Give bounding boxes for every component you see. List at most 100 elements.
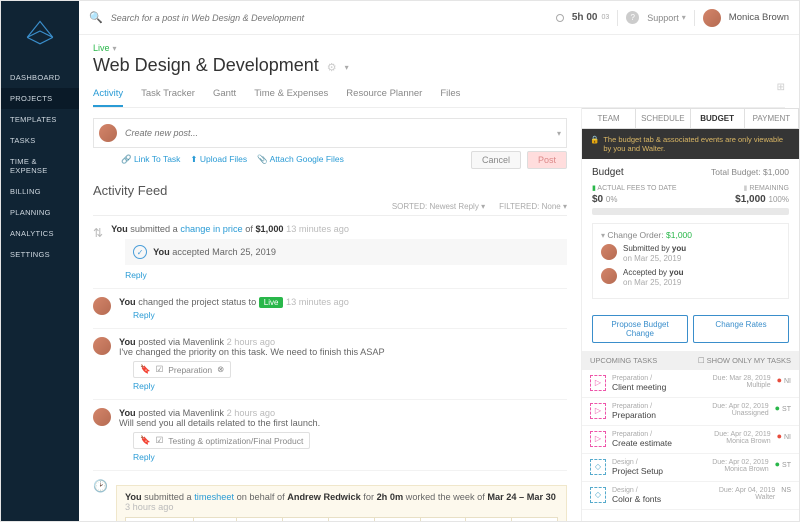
chevron-down-icon[interactable]: ▾ — [601, 231, 605, 240]
reply-link[interactable]: Reply — [133, 381, 567, 391]
timer-sec: 03 — [601, 14, 609, 21]
budget-remain: $1,000 — [735, 194, 766, 205]
sorted-control[interactable]: SORTED: Newest Reply ▾ — [392, 202, 485, 211]
tag-icon: 🔖 — [140, 435, 151, 446]
upload-label: Upload Files — [200, 154, 247, 164]
budget-sum: $0 — [592, 194, 603, 205]
reply-link[interactable]: Reply — [125, 270, 567, 280]
task-row[interactable]: ▷ Preparation /Client meeting Due: Mar 2… — [582, 370, 799, 398]
task-row[interactable]: ◇ Design /Project Setup Due: Apr 02, 201… — [582, 454, 799, 482]
tab-activity[interactable]: Activity — [93, 82, 123, 107]
task-tag[interactable]: 🔖 ☑ Preparation ⊗ — [133, 361, 231, 378]
grid-icon[interactable]: ⊞ — [777, 82, 785, 107]
budget-warning: 🔒The budget tab & associated events are … — [582, 129, 799, 159]
change-rates-button[interactable]: Change Rates — [693, 315, 789, 343]
reorder-icon[interactable]: ⇅ — [93, 226, 103, 240]
attach-google[interactable]: 📎 Attach Google Files — [257, 154, 344, 165]
timesheet-link[interactable]: timesheet — [194, 492, 234, 502]
rtab-team[interactable]: TEAM — [582, 108, 636, 129]
task-name: Preparation — [612, 410, 706, 420]
feed-avatar — [93, 337, 111, 355]
user-name[interactable]: Monica Brown — [729, 12, 789, 23]
co-sub: Submitted by you — [623, 244, 686, 253]
search-input[interactable] — [111, 13, 548, 23]
upload-files[interactable]: ⬆ Upload Files — [190, 154, 247, 165]
chevron-down-icon: ▾ — [563, 202, 567, 211]
task-tag[interactable]: 🔖 ☑ Testing & optimization/Final Product — [133, 432, 310, 449]
nav-billing[interactable]: BILLING — [1, 181, 79, 202]
feed-avatar — [93, 297, 111, 315]
nav-time-expense[interactable]: TIME & EXPENSE — [1, 151, 79, 181]
co-acc: Accepted by you — [623, 268, 683, 277]
nav-settings[interactable]: SETTINGS — [1, 244, 79, 265]
timer-icon[interactable] — [556, 14, 564, 22]
task-due: Due: Apr 02, 2019 — [712, 403, 768, 410]
filtered-control[interactable]: FILTERED: None ▾ — [499, 202, 567, 211]
filtered-value: None — [542, 202, 561, 211]
task-category: Design / — [612, 459, 706, 466]
search-icon: 🔍 — [89, 11, 103, 24]
co-avatar — [601, 244, 617, 260]
co-sub-date: on Mar 25, 2019 — [623, 254, 681, 263]
tab-files[interactable]: Files — [440, 82, 460, 107]
rtab-budget[interactable]: BUDGET — [691, 108, 745, 129]
task-name: Color & fonts — [612, 494, 713, 504]
tab-time-expenses[interactable]: Time & Expenses — [254, 82, 328, 107]
task-row[interactable]: ▷ Preparation /Create estimate Due: Apr … — [582, 426, 799, 454]
feed-item: You posted via Mavenlink 2 hours ago Wil… — [93, 400, 567, 471]
help-icon[interactable]: ? — [626, 11, 639, 24]
task-name: Create estimate — [612, 438, 708, 448]
nav-analytics[interactable]: ANALYTICS — [1, 223, 79, 244]
feed-title: Activity Feed — [93, 183, 567, 198]
support-link[interactable]: Support ▾ — [647, 13, 686, 23]
divider — [694, 10, 695, 26]
show-mine-toggle[interactable]: ☐ SHOW ONLY MY TASKS — [698, 356, 791, 365]
nav-dashboard[interactable]: DASHBOARD — [1, 67, 79, 88]
co-title: Change Order: — [607, 230, 663, 240]
task-due: Due: Apr 04, 2019 — [719, 487, 775, 494]
link-to-task[interactable]: 🔗 Link To Task — [121, 154, 180, 165]
nav-tasks[interactable]: TASKS — [1, 130, 79, 151]
topbar: 🔍 5h 0003 ? Support ▾ Monica Brown — [79, 1, 799, 35]
task-category: Preparation / — [612, 403, 706, 410]
chevron-down-icon[interactable]: ▾ — [345, 63, 349, 72]
status-pill: Live — [259, 297, 284, 308]
task-assignee: Walter — [719, 494, 775, 501]
tab-resource-planner[interactable]: Resource Planner — [346, 82, 422, 107]
post-button[interactable]: Post — [527, 151, 567, 169]
feed-avatar — [93, 408, 111, 426]
task-due: Due: Apr 02, 2019 — [714, 431, 770, 438]
task-assignee: Monica Brown — [714, 438, 770, 445]
reply-link[interactable]: Reply — [133, 452, 567, 462]
compose-input[interactable] — [125, 128, 549, 138]
timesheet-table: SUMTUWTHFSATotal BILLABLE100%0h 0m0h 0m0… — [125, 517, 558, 521]
clock-icon: 🕑 — [93, 479, 108, 493]
task-row[interactable]: ◇ Design /Color & fonts Due: Apr 04, 201… — [582, 482, 799, 510]
rtab-payment[interactable]: PAYMENT — [745, 108, 799, 129]
gear-icon[interactable]: ⚙ — [327, 61, 337, 74]
status-label: Live — [93, 43, 110, 53]
tab-task-tracker[interactable]: Task Tracker — [141, 82, 195, 107]
page-header: Live ▾ Web Design & Development ⚙ ▾ Acti… — [79, 35, 799, 108]
nav-templates[interactable]: TEMPLATES — [1, 109, 79, 130]
rtab-schedule[interactable]: SCHEDULE — [636, 108, 690, 129]
google-label: Attach Google Files — [270, 154, 344, 164]
task-row[interactable]: ▷ Preparation /Preparation Due: Apr 02, … — [582, 398, 799, 426]
task-assignee: Multiple — [713, 382, 771, 389]
nav-planning[interactable]: PLANNING — [1, 202, 79, 223]
reply-link[interactable]: Reply — [133, 310, 567, 320]
propose-budget-button[interactable]: Propose Budget Change — [592, 315, 688, 343]
compose-expand-icon[interactable]: ▾ — [557, 129, 561, 138]
user-avatar[interactable] — [703, 9, 721, 27]
check-icon: ✓ — [133, 245, 147, 259]
task-assignee: Unassigned — [712, 410, 768, 417]
project-title: Web Design & Development — [93, 55, 319, 76]
task-due: Due: Apr 02, 2019 — [712, 459, 768, 466]
progress-bar — [592, 208, 789, 215]
project-status[interactable]: Live ▾ — [93, 43, 785, 53]
task-name: Client meeting — [612, 382, 707, 392]
cancel-button[interactable]: Cancel — [471, 151, 521, 169]
nav-projects[interactable]: PROJECTS — [1, 88, 79, 109]
tab-gantt[interactable]: Gantt — [213, 82, 236, 107]
change-order: ▾ Change Order: $1,000 Submitted by youo… — [592, 223, 789, 299]
